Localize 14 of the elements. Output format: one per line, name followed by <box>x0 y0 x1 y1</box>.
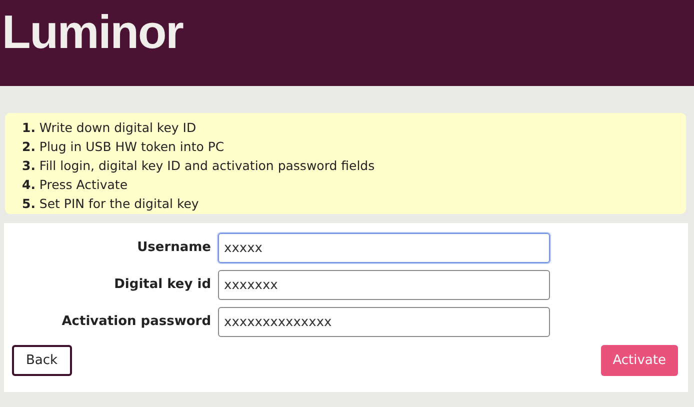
logo: Luminor <box>2 4 183 60</box>
field-label: Activation password <box>60 313 212 332</box>
instruction-step: 3. Fill login, digital key ID and activation password fields <box>22 156 686 175</box>
field-label: Username <box>136 239 212 258</box>
instruction-step: 4. Press Activate <box>22 175 686 194</box>
activate-button[interactable]: Activate <box>600 345 678 376</box>
instruction-step: 2. Plug in USB HW token into PC <box>22 137 686 156</box>
instruction-step: 5. Set PIN for the digital key <box>22 194 686 213</box>
input-field[interactable]: xxxxx <box>218 233 550 263</box>
input-field[interactable]: xxxxxxx <box>218 270 550 300</box>
field-label: Digital key id <box>113 276 212 294</box>
instruction-step: 1. Write down digital key ID <box>22 118 686 137</box>
input-field[interactable]: xxxxxxxxxxxxxx <box>218 307 550 337</box>
back-button[interactable]: Back <box>12 345 72 376</box>
